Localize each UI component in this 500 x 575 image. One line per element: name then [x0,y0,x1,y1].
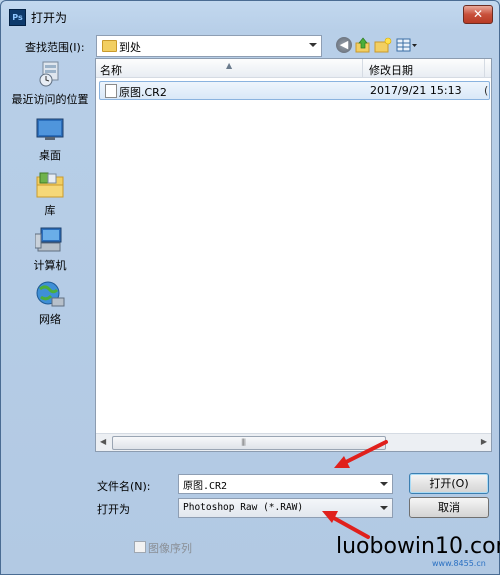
file-list[interactable]: 名称 ▲ 修改日期 原图.CR2 2017/9/21 15:13 ( ◀ |||… [95,58,492,452]
file-extra: ( [484,84,489,97]
column-divider[interactable] [484,59,485,77]
watermark-text: luobowin10.com [336,534,500,559]
sort-ascending-icon: ▲ [226,61,233,70]
up-folder-icon[interactable] [355,37,371,53]
open-as-label: 打开为 [97,503,130,516]
chevron-down-icon [309,43,317,47]
place-label: 库 [44,204,56,217]
back-icon[interactable]: ◀ [336,37,352,53]
look-in-value: 到处 [119,41,141,54]
column-header-name[interactable]: 名称 [100,62,122,78]
recent-places-icon [35,60,65,88]
place-label: 计算机 [33,259,67,272]
file-row[interactable]: 原图.CR2 2017/9/21 15:13 ( [99,81,490,100]
scroll-left-icon[interactable]: ◀ [100,437,106,446]
open-button[interactable]: 打开(O) [409,473,489,494]
file-icon [105,84,117,98]
file-date: 2017/9/21 15:13 [370,84,462,97]
open-as-value: Photoshop Raw (*.RAW) [183,502,304,513]
new-folder-icon[interactable] [374,37,392,53]
title-bar[interactable]: Ps 打开为 ✕ [1,1,499,31]
place-label: 桌面 [39,149,61,162]
libraries-icon [35,171,65,199]
filename-input[interactable]: 原图.CR2 [178,474,393,494]
watermark: luobowin10.com www.8455.cn [336,530,500,575]
cancel-button[interactable]: 取消 [409,497,489,518]
look-in-dropdown[interactable]: 到处 [96,35,322,57]
places-bar: 最近访问的位置 桌面 库 计算机 网络 [8,58,92,553]
column-header-row: 名称 ▲ 修改日期 [96,59,491,78]
filename-label: 文件名(N): [97,480,151,493]
view-menu-icon[interactable] [396,37,418,53]
horizontal-scrollbar[interactable]: ◀ ||| ▶ [96,433,491,451]
place-network[interactable]: 网络 [8,280,92,327]
image-sequence-checkbox[interactable] [134,541,146,553]
column-divider[interactable] [362,59,363,77]
scroll-grip: ||| [241,438,246,446]
file-name: 原图.CR2 [119,86,167,99]
place-label: 最近访问的位置 [11,93,89,106]
red-arrow-annotation [334,440,388,468]
place-desktop[interactable]: 桌面 [8,116,92,163]
watermark-sub: www.8455.cn [432,559,486,568]
open-as-dialog: Ps 打开为 ✕ 查找范围(I): 到处 ◀ 最近访问的位置 桌面 库 计算机 … [0,0,500,575]
place-label: 网络 [39,313,61,326]
desktop-icon [35,116,65,144]
folder-icon [102,40,117,52]
chevron-down-icon[interactable] [380,482,388,486]
close-button[interactable]: ✕ [463,5,493,24]
place-recent[interactable]: 最近访问的位置 [8,60,92,107]
place-computer[interactable]: 计算机 [8,226,92,273]
column-header-date[interactable]: 修改日期 [369,62,413,78]
image-sequence-label: 图像序列 [148,542,192,555]
place-libraries[interactable]: 库 [8,171,92,218]
look-in-label: 查找范围(I): [25,41,85,54]
computer-icon [34,226,65,254]
chevron-down-icon [380,506,388,510]
network-icon [35,280,65,308]
photoshop-app-icon: Ps [9,9,26,26]
scroll-right-icon[interactable]: ▶ [481,437,487,446]
dialog-title: 打开为 [31,11,68,25]
filename-value: 原图.CR2 [183,481,228,492]
